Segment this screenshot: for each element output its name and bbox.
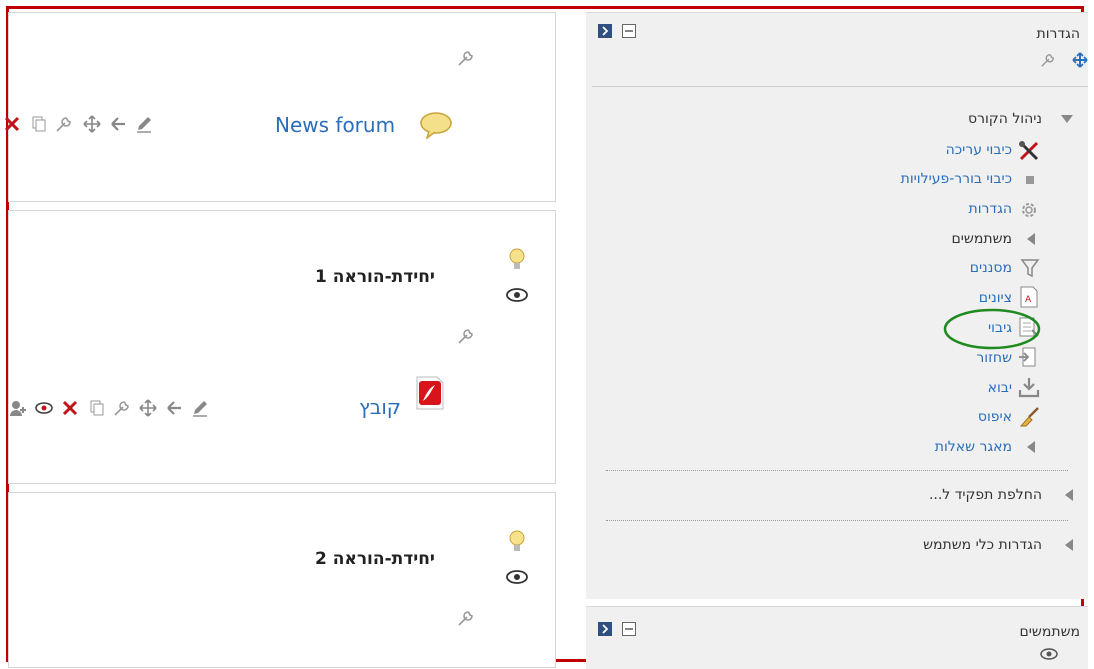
triangle-collapsed-icon[interactable] xyxy=(1064,538,1074,552)
edit-pencil-icon[interactable] xyxy=(191,399,209,417)
pdf-file-icon xyxy=(416,376,444,410)
broom-icon xyxy=(1019,407,1039,427)
block-header-divider xyxy=(592,86,1088,87)
duplicate-icon[interactable] xyxy=(29,115,47,133)
section-title: יחידת-הוראה 1 xyxy=(315,267,435,287)
divider xyxy=(606,470,1068,471)
file-link[interactable]: קובץ xyxy=(359,395,401,419)
course-admin-item[interactable]: הגדרות xyxy=(969,201,1012,217)
import-icon xyxy=(1018,378,1040,398)
section-unit-2: יחידת-הוראה 2 xyxy=(8,492,556,668)
eye-icon[interactable] xyxy=(505,569,529,585)
edit-tools-icon xyxy=(1019,141,1039,161)
course-admin-item[interactable]: כיבוי עריכה xyxy=(946,142,1012,158)
section-unit-1: יחידת-הוראה 1 קובץ xyxy=(8,210,556,484)
wrench-icon[interactable] xyxy=(457,327,475,345)
bullet-icon xyxy=(1026,176,1034,184)
course-admin-item[interactable]: איפוס xyxy=(978,409,1012,425)
dock-icon[interactable] xyxy=(598,24,612,38)
move-icon[interactable] xyxy=(139,399,157,417)
course-admin-item[interactable]: מסננים xyxy=(970,260,1012,276)
news-forum-link[interactable]: News forum xyxy=(275,113,395,137)
user-settings-item[interactable]: הגדרות כלי משתמש xyxy=(923,537,1042,553)
activity-tools xyxy=(9,397,279,421)
settings-block xyxy=(586,12,1088,599)
restore-icon xyxy=(1019,347,1036,367)
users-block xyxy=(586,606,1088,669)
triangle-expanded-icon[interactable] xyxy=(1060,114,1074,124)
assign-roles-icon[interactable] xyxy=(9,399,27,417)
eye-icon[interactable] xyxy=(505,287,529,303)
triangle-collapsed-icon[interactable] xyxy=(1026,232,1036,246)
course-admin-item[interactable]: מאגר שאלות xyxy=(935,439,1012,455)
wrench-icon[interactable] xyxy=(113,399,131,417)
collapse-icon[interactable] xyxy=(622,24,636,38)
delete-icon[interactable] xyxy=(3,115,21,133)
settings-block-title: הגדרות xyxy=(1036,26,1080,42)
wrench-icon[interactable] xyxy=(457,609,475,627)
divider xyxy=(606,520,1068,521)
course-admin-item[interactable]: ציונים xyxy=(979,290,1012,306)
wrench-icon[interactable] xyxy=(55,115,73,133)
dock-icon[interactable] xyxy=(598,622,612,636)
highlight-circle xyxy=(943,308,1041,350)
lightbulb-icon[interactable] xyxy=(507,529,527,555)
svg-text:A: A xyxy=(1025,295,1032,305)
gear-icon xyxy=(1022,203,1036,217)
lightbulb-icon[interactable] xyxy=(507,247,527,273)
course-admin-item[interactable]: כיבוי בורר-פעילויות xyxy=(901,171,1012,187)
grades-icon: A xyxy=(1020,286,1038,308)
filter-icon xyxy=(1020,259,1040,278)
collapse-icon[interactable] xyxy=(622,622,636,636)
wrench-icon[interactable] xyxy=(457,49,475,67)
delete-icon[interactable] xyxy=(61,399,79,417)
eye-icon[interactable] xyxy=(35,399,53,417)
wrench-icon[interactable] xyxy=(1040,52,1056,68)
section-title: יחידת-הוראה 2 xyxy=(315,549,435,569)
users-block-title: משתמשים xyxy=(1019,624,1080,640)
course-admin-item[interactable]: שחזור xyxy=(976,350,1012,366)
course-admin-item[interactable]: יבוא xyxy=(988,380,1012,396)
edit-pencil-icon[interactable] xyxy=(135,115,153,133)
arrow-left-icon[interactable] xyxy=(165,399,183,417)
move-icon[interactable] xyxy=(1072,52,1088,68)
arrow-left-icon[interactable] xyxy=(109,115,127,133)
duplicate-icon[interactable] xyxy=(87,399,105,417)
section-general: News forum xyxy=(4,12,556,202)
move-icon[interactable] xyxy=(83,115,101,133)
switch-role-item[interactable]: החלפת תפקיד ל... xyxy=(929,487,1042,503)
course-admin-item[interactable]: משתמשים xyxy=(952,231,1012,247)
triangle-collapsed-icon[interactable] xyxy=(1064,488,1074,502)
triangle-collapsed-icon[interactable] xyxy=(1026,440,1036,454)
course-admin-label[interactable]: ניהול הקורס xyxy=(968,111,1042,127)
forum-icon xyxy=(420,112,452,139)
eye-icon[interactable] xyxy=(1040,648,1058,660)
activity-tools xyxy=(4,113,209,137)
